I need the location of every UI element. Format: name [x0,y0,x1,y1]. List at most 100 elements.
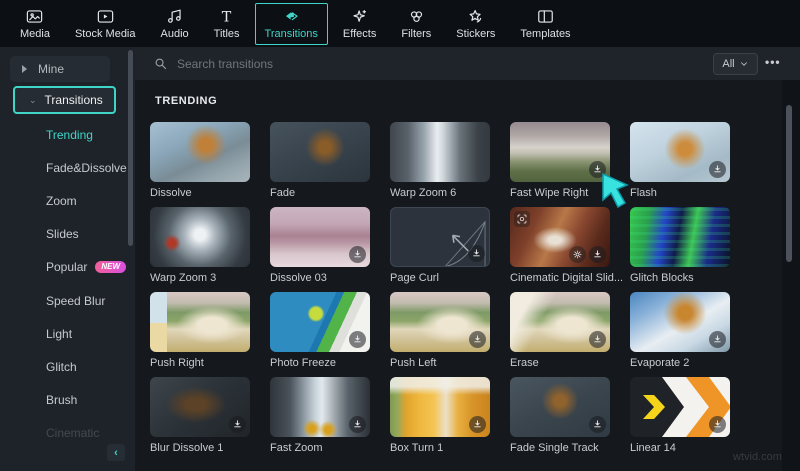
sidebar-scrollbar[interactable] [128,50,133,246]
tab-stickers[interactable]: Stickers [446,3,505,45]
sidebar-category-popular[interactable]: Popular NEW [46,256,127,278]
tab-templates[interactable]: Templates [510,3,580,45]
sidebar-category-glitch[interactable]: Glitch [46,356,77,378]
transition-card-cinematic-digital-slid[interactable]: Cinematic Digital Slid... [510,207,623,284]
transition-card-fade[interactable]: Fade [270,122,370,199]
transition-name: Push Left [390,357,437,369]
download-icon[interactable] [589,416,606,433]
transition-name: Box Turn 1 [390,442,444,454]
effect-settings-icon[interactable] [569,246,586,263]
more-options-button[interactable]: ••• [765,55,781,69]
transition-thumbnail[interactable] [510,377,610,437]
download-icon[interactable] [349,416,366,433]
transition-card-glitch-blocks[interactable]: Glitch Blocks [630,207,730,284]
tab-titles[interactable]: T Titles [204,3,250,45]
category-label: Slides [46,227,79,241]
download-icon[interactable] [709,161,726,178]
download-icon[interactable] [468,245,485,262]
sidebar-category-fade-dissolve[interactable]: Fade&Dissolve [46,157,127,179]
transition-thumbnail[interactable] [270,292,370,352]
tab-label: Stock Media [74,28,136,40]
tab-audio[interactable]: Audio [151,3,199,45]
search-input[interactable]: Search transitions [153,56,800,71]
new-badge: NEW [95,261,127,273]
transition-card-erase[interactable]: Erase [510,292,610,369]
transition-thumbnail[interactable] [150,122,250,182]
transition-card-flash[interactable]: Flash [630,122,730,199]
transition-thumbnail[interactable] [510,292,610,352]
tab-label: Titles [213,28,240,40]
sidebar-item-transitions[interactable]: ⌄ Transitions [13,86,116,114]
tab-transitions[interactable]: Transitions [254,2,328,45]
collapse-sidebar-button[interactable]: ‹ [107,444,125,461]
transition-thumbnail[interactable] [630,292,730,352]
transition-thumbnail[interactable] [150,207,250,267]
audio-icon [165,7,184,26]
transition-thumbnail[interactable] [150,292,250,352]
transition-thumbnail[interactable] [390,207,490,267]
category-label: Glitch [46,360,77,374]
download-icon[interactable] [469,416,486,433]
transition-card-warp-zoom-3[interactable]: Warp Zoom 3 [150,207,250,284]
tab-effects[interactable]: Effects [333,3,386,45]
transition-thumbnail[interactable] [630,377,730,437]
transition-name: Photo Freeze [270,357,337,369]
sidebar-category-speed-blur[interactable]: Speed Blur [46,290,105,312]
transition-card-page-curl[interactable]: Page Curl [390,207,490,284]
sidebar-category-brush[interactable]: Brush [46,389,77,411]
transition-card-push-right[interactable]: Push Right [150,292,250,369]
transition-card-dissolve-03[interactable]: Dissolve 03 [270,207,370,284]
transition-card-dissolve[interactable]: Dissolve [150,122,250,199]
main-scrollbar[interactable] [786,105,792,262]
tab-label: Stickers [456,28,496,40]
transition-thumbnail[interactable] [630,122,730,182]
transition-name: Fast Zoom [270,442,323,454]
transition-thumbnail[interactable] [270,207,370,267]
category-label: Brush [46,393,78,407]
download-icon[interactable] [349,246,366,263]
transition-card-box-turn-1[interactable]: Box Turn 1 [390,377,490,454]
sidebar-category-light[interactable]: Light [46,323,72,345]
transition-card-warp-zoom-6[interactable]: Warp Zoom 6 [390,122,490,199]
transition-thumbnail[interactable] [390,292,490,352]
category-label: Popular [46,260,88,274]
section-title: TRENDING [155,95,218,107]
transition-card-fast-wipe-right[interactable]: Fast Wipe Right [510,122,610,199]
tab-stock-media[interactable]: Stock Media [65,3,146,45]
effects-icon [350,7,369,26]
transition-card-evaporate-2[interactable]: Evaporate 2 [630,292,730,369]
transition-card-push-left[interactable]: Push Left [390,292,490,369]
tab-media[interactable]: Media [10,3,60,45]
sidebar-category-zoom[interactable]: Zoom [46,190,77,212]
transition-thumbnail[interactable] [270,377,370,437]
transition-card-linear-14[interactable]: Linear 14 [630,377,730,454]
transition-thumbnail[interactable] [630,207,730,267]
download-icon[interactable] [709,416,726,433]
transition-card-fast-zoom[interactable]: Fast Zoom [270,377,370,454]
transition-thumbnail[interactable] [510,122,610,182]
transition-thumbnail[interactable] [390,377,490,437]
sidebar-category-slides[interactable]: Slides [46,223,79,245]
download-icon[interactable] [589,246,606,263]
filter-dropdown[interactable]: All [713,53,758,75]
search-icon [155,58,167,70]
download-icon[interactable] [709,331,726,348]
transition-thumbnail[interactable] [270,122,370,182]
transition-card-photo-freeze[interactable]: Photo Freeze [270,292,370,369]
tab-label: Audio [160,28,189,40]
sidebar-category-cinematic[interactable]: Cinematic [46,422,99,444]
transition-thumbnail[interactable] [390,122,490,182]
download-icon[interactable] [349,331,366,348]
sidebar-item-mine[interactable]: Mine [10,56,110,82]
sidebar-category-trending[interactable]: Trending [46,124,93,146]
download-icon[interactable] [469,331,486,348]
download-icon[interactable] [589,331,606,348]
tab-label: Filters [401,28,432,40]
transition-card-fade-single-track[interactable]: Fade Single Track [510,377,610,454]
transition-card-blur-dissolve-1[interactable]: Blur Dissolve 1 [150,377,250,454]
tab-filters[interactable]: Filters [391,3,441,45]
media-icon [25,7,44,26]
transition-thumbnail[interactable] [510,207,610,267]
download-icon[interactable] [229,416,246,433]
transition-thumbnail[interactable] [150,377,250,437]
